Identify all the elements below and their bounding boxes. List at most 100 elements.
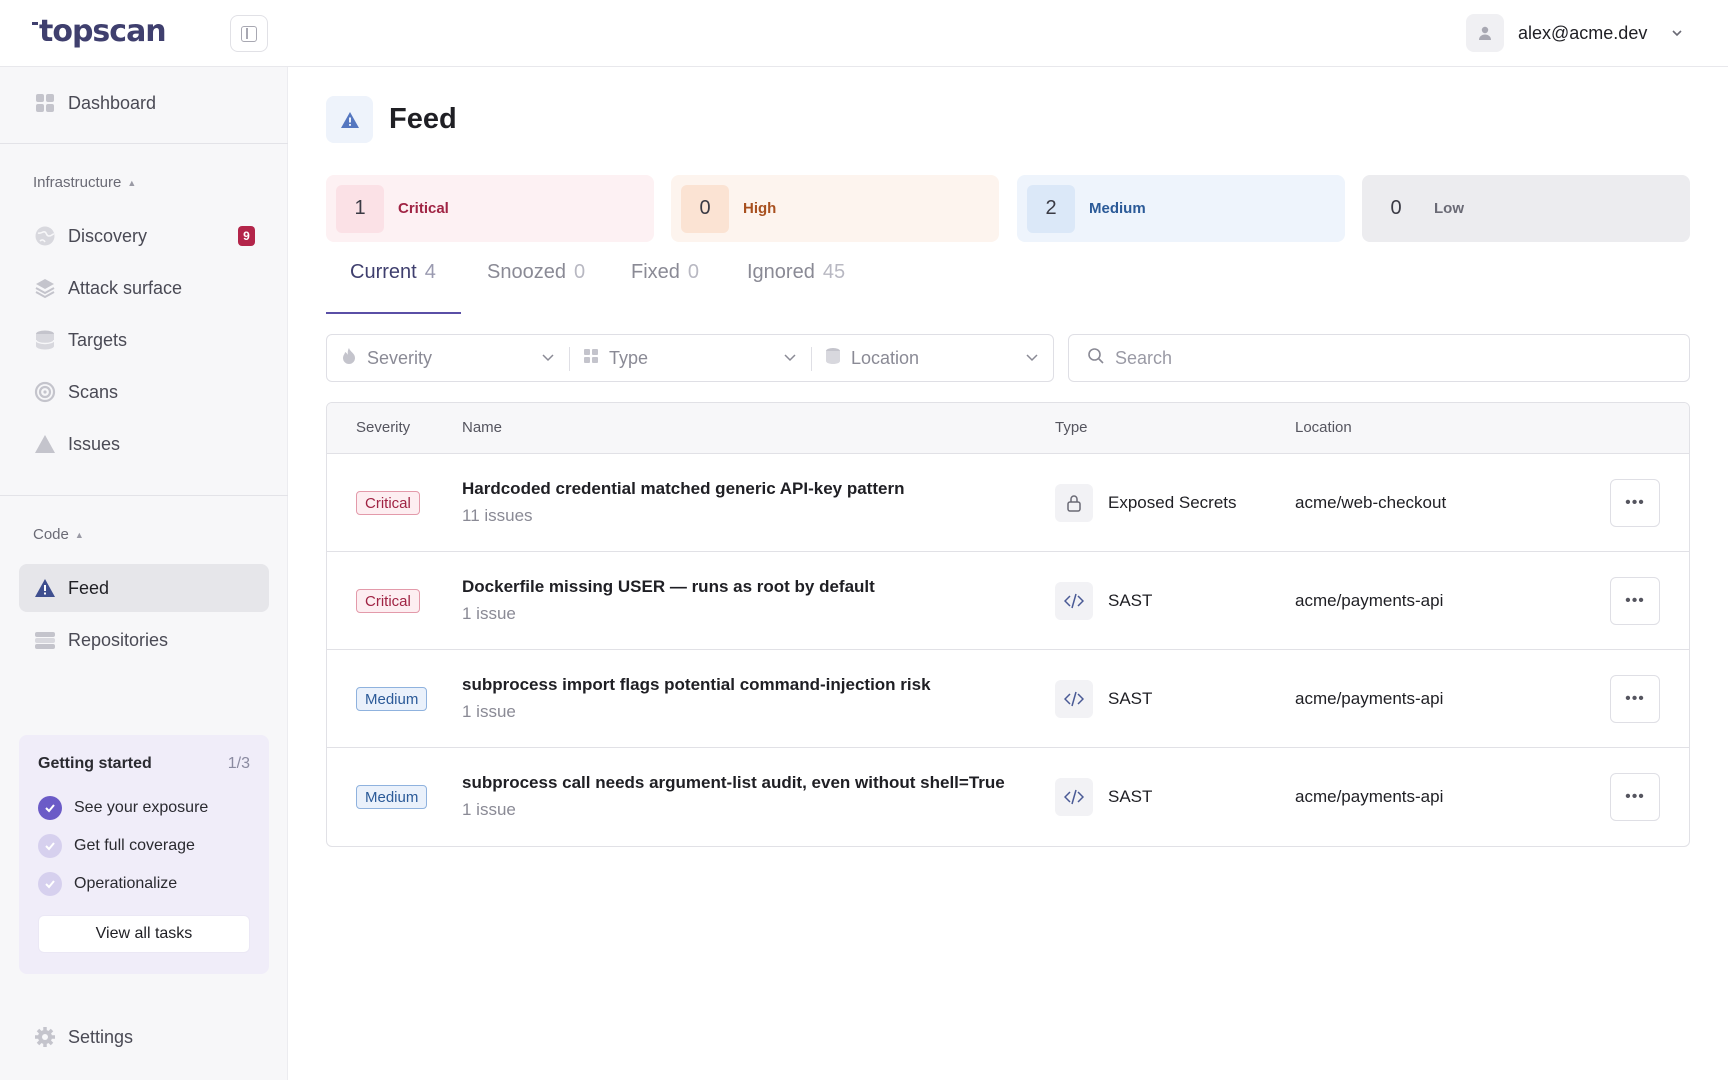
more-options-button[interactable]: ••• bbox=[1610, 479, 1660, 527]
sidebar-item-settings[interactable]: Settings bbox=[19, 1013, 269, 1061]
sidebar-item-label: Feed bbox=[68, 577, 110, 598]
page-header: Feed bbox=[326, 96, 457, 143]
severity-count: 0 bbox=[681, 184, 729, 233]
task-label: Get full coverage bbox=[74, 837, 195, 854]
collapse-sidebar-button[interactable] bbox=[230, 15, 268, 52]
filter-bar: Severity Type Location bbox=[326, 334, 1054, 382]
code-icon bbox=[1055, 582, 1093, 620]
sidebar-item-label: Dashboard bbox=[68, 92, 157, 113]
table-row[interactable]: Medium subprocess import flags potential… bbox=[327, 650, 1689, 748]
severity-card-critical[interactable]: 1 Critical bbox=[326, 175, 654, 242]
issue-location: acme/payments-api bbox=[1295, 689, 1444, 708]
warning-icon bbox=[34, 577, 56, 599]
globe-icon bbox=[34, 225, 56, 247]
sidebar-item-attack-surface[interactable]: Attack surface bbox=[19, 264, 269, 312]
issue-type: Exposed Secrets bbox=[1108, 493, 1237, 512]
chevron-up-icon: ▲ bbox=[127, 177, 137, 188]
database-icon bbox=[34, 329, 56, 351]
more-options-button[interactable]: ••• bbox=[1610, 577, 1660, 625]
issue-count: 11 issues bbox=[462, 506, 533, 525]
column-header-type[interactable]: Type bbox=[1055, 419, 1088, 436]
check-icon bbox=[38, 834, 62, 858]
grid-icon bbox=[583, 348, 599, 369]
warning-icon bbox=[326, 96, 373, 143]
sidebar-item-label: Attack surface bbox=[68, 277, 183, 298]
divider bbox=[0, 495, 288, 496]
tab-ignored[interactable]: Ignored 45 bbox=[747, 253, 845, 303]
issue-name[interactable]: Hardcoded credential matched generic API… bbox=[462, 479, 904, 499]
logo[interactable]: topscan bbox=[32, 14, 167, 49]
section-code[interactable]: Code ▲ bbox=[33, 526, 84, 543]
column-header-name[interactable]: Name bbox=[462, 419, 502, 436]
severity-card-low[interactable]: 0 Low bbox=[1362, 175, 1690, 242]
sidebar-item-targets[interactable]: Targets bbox=[19, 316, 269, 364]
severity-label: Critical bbox=[398, 200, 449, 217]
code-icon bbox=[1055, 680, 1093, 718]
database-icon bbox=[825, 347, 841, 370]
table-header: Severity Name Type Location bbox=[327, 403, 1689, 454]
sidebar-item-label: Scans bbox=[68, 381, 119, 402]
issue-location: acme/payments-api bbox=[1295, 591, 1444, 610]
lock-icon bbox=[1055, 484, 1093, 522]
tab-current[interactable]: Current 4 bbox=[350, 253, 436, 303]
severity-badge: Medium bbox=[356, 687, 428, 711]
search-input[interactable] bbox=[1115, 347, 1675, 369]
severity-filter[interactable]: Severity bbox=[327, 335, 569, 381]
sidebar-item-repositories[interactable]: Repositories bbox=[19, 616, 269, 664]
user-icon bbox=[1479, 26, 1491, 40]
getting-started-title: Getting started bbox=[38, 755, 152, 772]
more-options-button[interactable]: ••• bbox=[1610, 675, 1660, 723]
search-field bbox=[1068, 334, 1690, 382]
issue-name[interactable]: Dockerfile missing USER — runs as root b… bbox=[462, 577, 875, 597]
sidebar-item-feed[interactable]: Feed bbox=[19, 564, 269, 612]
issue-count: 1 issue bbox=[462, 702, 516, 721]
issues-table: Severity Name Type Location Critical Har… bbox=[326, 402, 1690, 847]
task-item[interactable]: See your exposure bbox=[38, 789, 250, 827]
issue-count: 1 issue bbox=[462, 800, 516, 819]
severity-badge: Medium bbox=[356, 785, 428, 809]
getting-started-progress: 1/3 bbox=[227, 755, 250, 772]
grid-icon bbox=[34, 92, 56, 114]
column-header-severity[interactable]: Severity bbox=[356, 419, 410, 436]
chevron-down-icon bbox=[1025, 348, 1039, 369]
severity-card-medium[interactable]: 2 Medium bbox=[1017, 175, 1345, 242]
type-filter[interactable]: Type bbox=[569, 335, 811, 381]
tab-snoozed[interactable]: Snoozed 0 bbox=[487, 253, 585, 303]
sidebar: Dashboard Infrastructure ▲ Discovery 9 At… bbox=[0, 67, 288, 1080]
tab-fixed[interactable]: Fixed 0 bbox=[631, 253, 699, 303]
issue-name[interactable]: subprocess call needs argument-list audi… bbox=[462, 773, 1005, 793]
table-row[interactable]: Critical Hardcoded credential matched ge… bbox=[327, 454, 1689, 552]
task-item[interactable]: Get full coverage bbox=[38, 827, 250, 865]
severity-count: 1 bbox=[336, 184, 384, 233]
section-infrastructure[interactable]: Infrastructure ▲ bbox=[33, 174, 136, 191]
table-row[interactable]: Medium subprocess call needs argument-li… bbox=[327, 748, 1689, 846]
sidebar-item-dashboard[interactable]: Dashboard bbox=[19, 79, 269, 127]
user-menu[interactable]: alex@acme.dev bbox=[1466, 14, 1687, 52]
check-icon bbox=[38, 796, 62, 820]
avatar bbox=[1466, 14, 1504, 52]
chevron-down-icon bbox=[783, 348, 797, 369]
sidebar-toggle-icon bbox=[241, 25, 257, 42]
top-bar: topscan alex@acme.dev bbox=[0, 0, 1728, 67]
view-all-tasks-button[interactable]: View all tasks bbox=[38, 915, 250, 953]
table-row[interactable]: Critical Dockerfile missing USER — runs … bbox=[327, 552, 1689, 650]
issue-location: acme/payments-api bbox=[1295, 787, 1444, 806]
stack-icon bbox=[34, 629, 56, 651]
sidebar-item-issues[interactable]: Issues bbox=[19, 420, 269, 468]
task-label: Operationalize bbox=[74, 875, 178, 892]
layers-icon bbox=[34, 277, 56, 299]
chevron-up-icon: ▲ bbox=[74, 529, 84, 540]
location-filter[interactable]: Location bbox=[811, 335, 1053, 381]
sidebar-item-discovery[interactable]: Discovery 9 bbox=[19, 212, 269, 260]
sidebar-item-label: Settings bbox=[68, 1026, 134, 1047]
task-item[interactable]: Operationalize bbox=[38, 865, 250, 903]
code-icon bbox=[1055, 778, 1093, 816]
chevron-down-icon[interactable] bbox=[1667, 23, 1687, 43]
column-header-location[interactable]: Location bbox=[1295, 419, 1352, 436]
severity-card-high[interactable]: 0 High bbox=[671, 175, 999, 242]
issue-name[interactable]: subprocess import flags potential comman… bbox=[462, 675, 931, 695]
flame-icon bbox=[341, 347, 357, 370]
more-options-button[interactable]: ••• bbox=[1610, 773, 1660, 821]
sidebar-item-scans[interactable]: Scans bbox=[19, 368, 269, 416]
severity-badge: Critical bbox=[356, 491, 420, 515]
